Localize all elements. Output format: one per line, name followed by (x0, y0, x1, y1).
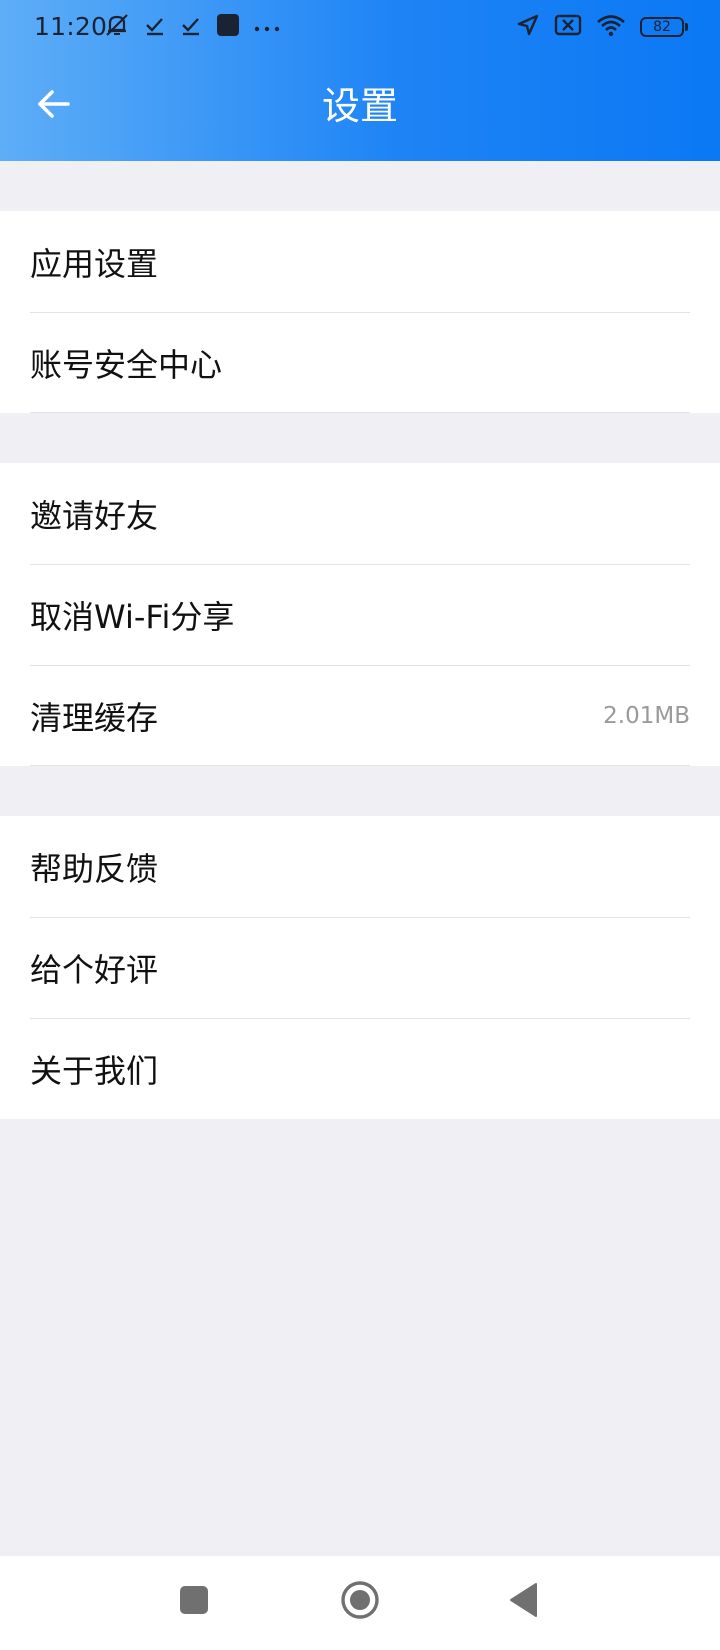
settings-group-about: 帮助反馈 给个好评 关于我们 (0, 816, 720, 1119)
settings-item-label: 帮助反馈 (30, 849, 159, 888)
settings-item-about-us[interactable]: 关于我们 (0, 1018, 720, 1119)
settings-item-clear-cache[interactable]: 清理缓存 2.01MB (0, 665, 720, 766)
download-done-icon-2 (180, 14, 202, 40)
settings-item-invite-friends[interactable]: 邀请好友 (0, 463, 720, 564)
app-header: 11:20 82 设置 (0, 0, 720, 161)
section-gap (0, 161, 720, 211)
settings-item-label: 给个好评 (30, 950, 159, 989)
battery-level: 82 (653, 19, 671, 35)
status-bar: 11:20 82 (0, 0, 720, 56)
settings-item-label: 账号安全中心 (30, 345, 223, 384)
settings-group-tools: 邀请好友 取消Wi-Fi分享 清理缓存 2.01MB (0, 463, 720, 766)
more-notifications-icon (254, 18, 280, 37)
nav-home-button[interactable] (324, 1570, 396, 1634)
settings-item-label: 应用设置 (30, 244, 159, 283)
page-title: 设置 (321, 84, 398, 128)
download-done-icon (144, 14, 166, 40)
cache-size-value: 2.01MB (603, 702, 690, 729)
app-notification-icon (216, 13, 240, 41)
settings-item-label: 清理缓存 (30, 698, 159, 737)
settings-item-label: 关于我们 (30, 1051, 159, 1090)
location-icon (516, 13, 540, 41)
battery-icon: 82 (640, 17, 688, 37)
nav-recents-button[interactable] (158, 1570, 230, 1634)
settings-group-account: 应用设置 账号安全中心 (0, 211, 720, 413)
section-gap (0, 413, 720, 463)
arrow-left-icon (36, 88, 72, 124)
settings-item-rate-app[interactable]: 给个好评 (0, 917, 720, 1018)
status-right-icons: 82 (516, 13, 688, 41)
circle-icon (340, 1580, 380, 1624)
settings-item-app-settings[interactable]: 应用设置 (0, 211, 720, 312)
bell-muted-icon (104, 12, 130, 42)
settings-item-account-security[interactable]: 账号安全中心 (0, 312, 720, 413)
settings-item-label: 邀请好友 (30, 496, 159, 535)
wifi-icon (596, 13, 626, 41)
status-time: 11:20 (34, 12, 108, 41)
settings-list: 应用设置 账号安全中心 邀请好友 取消Wi-Fi分享 清理缓存 2.01MB 帮… (0, 161, 720, 1119)
square-icon (179, 1585, 209, 1619)
settings-item-help-feedback[interactable]: 帮助反馈 (0, 816, 720, 917)
settings-item-label: 取消Wi-Fi分享 (30, 597, 235, 636)
nav-back-button[interactable] (488, 1570, 560, 1634)
back-button[interactable] (28, 80, 80, 132)
section-gap (0, 766, 720, 816)
system-navigation-bar (0, 1556, 720, 1650)
triangle-left-icon (508, 1582, 540, 1622)
sim-disabled-icon (554, 14, 582, 40)
status-left-icons (104, 14, 280, 40)
settings-item-cancel-wifi-share[interactable]: 取消Wi-Fi分享 (0, 564, 720, 665)
